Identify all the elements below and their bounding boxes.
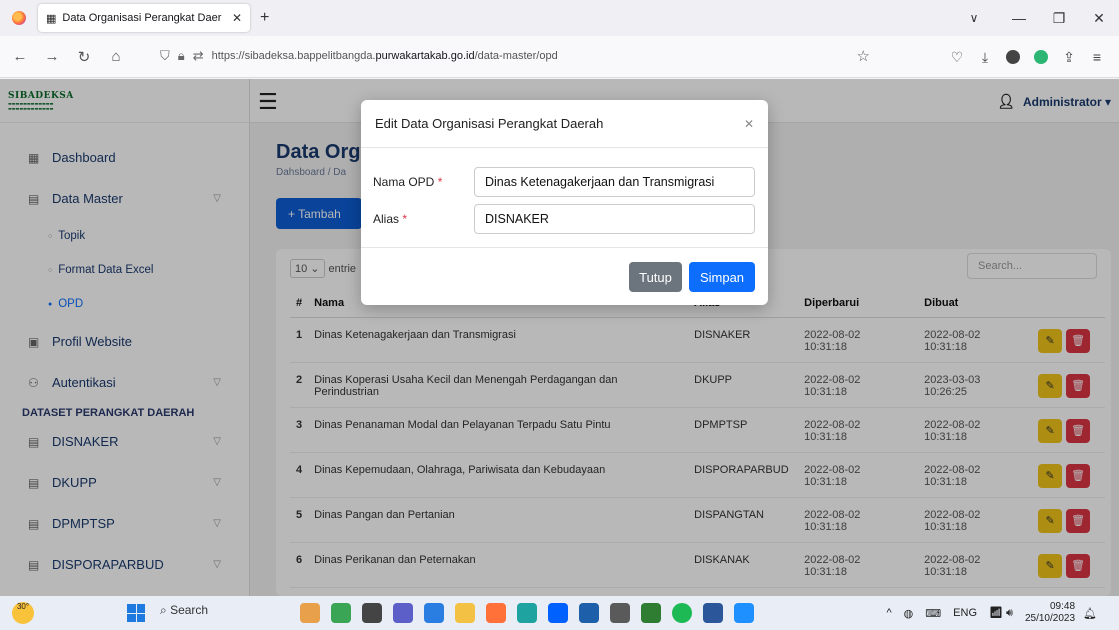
app-icon[interactable] (300, 603, 320, 623)
edit-modal: Edit Data Organisasi Perangkat Daerah ✕ … (361, 100, 768, 305)
windows-start-icon[interactable] (127, 604, 145, 622)
back-icon[interactable]: ← (8, 48, 32, 65)
word-icon[interactable] (703, 603, 723, 623)
alias-label: Alias * (373, 212, 408, 226)
browser-toolbar-right: ♡ ⤓ ⇪ ≡ (943, 36, 1111, 78)
lock-icon[interactable]: 🔒︎ (178, 48, 185, 64)
firefox-icon[interactable] (12, 11, 26, 25)
url-bar[interactable]: ⛉ 🔒︎ ⇄ https://sibadeksa.bappelitbangda.… (160, 41, 870, 71)
nama-opd-row: Nama OPD * (373, 167, 755, 197)
forward-icon[interactable]: → (40, 48, 64, 65)
modal-close-icon[interactable]: ✕ (744, 117, 754, 131)
taskbar-apps (300, 603, 765, 623)
chevron-up-icon[interactable]: ^ (887, 607, 892, 619)
clock-date: 25/10/2023 (1024, 613, 1076, 624)
restore-icon[interactable]: ❐ (1039, 10, 1079, 27)
bookmark-star-icon[interactable]: ☆ (857, 47, 870, 65)
browser-tab[interactable]: ▦ Data Organisasi Perangkat Daer ✕ (38, 4, 250, 32)
wifi-volume-battery-icon[interactable]: 📶︎ 🔊︎ (989, 606, 1013, 620)
network-app-icon[interactable]: ◍ (904, 607, 914, 620)
system-tray: ^ ◍ ⌨ ENG 📶︎ 🔊︎ 09:48 25/10/2023 🔔︎ (887, 596, 1110, 630)
save-button[interactable]: Simpan (689, 262, 755, 292)
modal-footer: Tutup Simpan (361, 247, 768, 305)
download-icon[interactable]: ⤓ (971, 49, 999, 66)
app-icon[interactable] (331, 603, 351, 623)
list-tabs-icon[interactable]: ∨ (949, 11, 999, 25)
app-icon[interactable] (610, 603, 630, 623)
alias-row: Alias * (373, 204, 755, 234)
edge-icon[interactable] (517, 603, 537, 623)
shield-icon[interactable]: ⛉ (160, 48, 170, 64)
store-icon[interactable] (579, 603, 599, 623)
reload-icon[interactable]: ↻ (72, 48, 96, 66)
spotify-icon[interactable] (672, 603, 692, 623)
file-explorer-icon[interactable] (455, 603, 475, 623)
browser-nav-bar: ← → ↻ ⌂ ⛉ 🔒︎ ⇄ https://sibadeksa.bappeli… (0, 36, 1119, 78)
weather-widget[interactable]: 30° (12, 602, 34, 624)
extension-icon[interactable] (1006, 50, 1020, 64)
clock[interactable]: 09:48 25/10/2023 (1025, 601, 1075, 625)
minimize-icon[interactable]: — (999, 10, 1039, 26)
grid-favicon-icon: ▦ (46, 12, 57, 25)
app-icon[interactable] (734, 603, 754, 623)
clock-time: 09:48 (1050, 601, 1076, 612)
search-icon: ⌕ (160, 603, 167, 617)
firefox-taskbar-icon[interactable] (486, 603, 506, 623)
browser-tab-bar: ▦ Data Organisasi Perangkat Daer ✕ + ∨ —… (0, 0, 1119, 36)
modal-header: Edit Data Organisasi Perangkat Daerah ✕ (361, 100, 768, 148)
dropbox-icon[interactable] (548, 603, 568, 623)
notification-icon[interactable]: 🔔︎ (1083, 607, 1097, 620)
language-indicator[interactable]: ENG (953, 607, 977, 619)
close-button[interactable]: Tutup (629, 262, 682, 292)
taskbar-search[interactable]: ⌕ Search (160, 603, 208, 618)
permissions-icon[interactable]: ⇄ (193, 48, 204, 64)
app-icon[interactable] (362, 603, 382, 623)
url-text: https://sibadeksa.bappelitbangda.purwaka… (211, 50, 558, 62)
menu-icon[interactable]: ≡ (1083, 49, 1111, 65)
new-tab-icon[interactable]: + (260, 9, 269, 27)
tab-title: Data Organisasi Perangkat Daer (62, 12, 222, 24)
nama-opd-input[interactable] (474, 167, 755, 197)
close-window-icon[interactable]: ✕ (1079, 10, 1119, 27)
grammarly-icon[interactable] (1034, 50, 1048, 64)
keyboard-icon[interactable]: ⌨ (925, 607, 941, 620)
nama-opd-label: Nama OPD * (373, 175, 443, 189)
close-tab-icon[interactable]: ✕ (232, 11, 242, 25)
windows-taskbar: 30° ⌕ Search ^ ◍ ⌨ ENG 📶︎ 🔊︎ 09:48 25/10/… (0, 596, 1119, 630)
modal-title: Edit Data Organisasi Perangkat Daerah (375, 116, 604, 131)
window-controls: ∨ — ❐ ✕ (949, 0, 1119, 36)
taskbar-search-label: Search (170, 603, 209, 617)
todo-icon[interactable] (424, 603, 444, 623)
app-icon[interactable] (641, 603, 661, 623)
home-icon[interactable]: ⌂ (104, 48, 128, 65)
pocket-icon[interactable]: ♡ (943, 49, 971, 66)
share-icon[interactable]: ⇪ (1055, 49, 1083, 66)
weather-temp: 30° (16, 602, 30, 611)
teams-icon[interactable] (393, 603, 413, 623)
alias-input[interactable] (474, 204, 755, 234)
